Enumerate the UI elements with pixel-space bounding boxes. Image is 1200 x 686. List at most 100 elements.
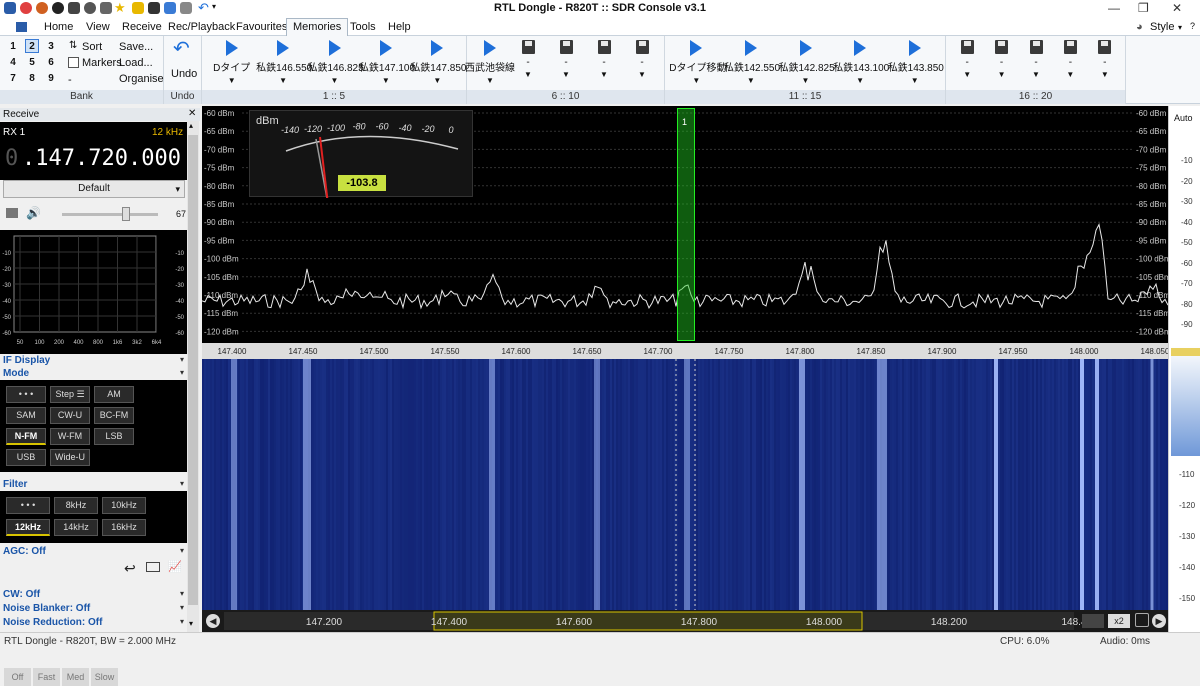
memory-slot-5[interactable]: 私鉄147.850 ▼ bbox=[410, 40, 466, 85]
mode-button-7[interactable]: W-FM bbox=[50, 428, 90, 445]
memory-slot-11[interactable]: Dタイプ移動 ▼ bbox=[669, 40, 727, 85]
scroll-down-icon[interactable]: ▾ bbox=[189, 619, 193, 628]
scrollbar-thumb[interactable] bbox=[188, 135, 198, 605]
panel-close-icon[interactable]: ✕ bbox=[188, 108, 196, 119]
memory-slot-1[interactable]: Dタイプ ▼ bbox=[205, 40, 259, 85]
menu-rec-playback[interactable]: Rec/Playback bbox=[168, 21, 235, 33]
bank-4[interactable]: 4 bbox=[6, 56, 20, 70]
minimize-icon[interactable]: — bbox=[1108, 1, 1120, 15]
maximize-icon[interactable]: ❐ bbox=[1138, 1, 1149, 15]
auto-button[interactable]: Auto bbox=[1174, 113, 1193, 123]
keyboard-icon[interactable] bbox=[1082, 614, 1104, 628]
bank-8[interactable]: 8 bbox=[25, 72, 39, 86]
chevron-down-icon[interactable]: ▼ bbox=[1078, 70, 1132, 79]
memory-slot-10[interactable]: - ▼ bbox=[615, 40, 669, 79]
noise-reduction-header[interactable]: Noise Reduction: Off ▾ bbox=[0, 617, 186, 629]
chevron-down-icon[interactable]: ▼ bbox=[359, 76, 413, 85]
chevron-down-icon[interactable]: ▼ bbox=[833, 76, 887, 85]
overview-visible-window[interactable] bbox=[433, 611, 863, 631]
bank-9[interactable]: 9 bbox=[44, 72, 58, 86]
volume-slider-thumb[interactable] bbox=[122, 207, 131, 221]
chevron-down-icon[interactable]: ▼ bbox=[724, 76, 778, 85]
menu-receive[interactable]: Receive bbox=[122, 21, 162, 33]
menu-home[interactable]: Home bbox=[44, 21, 73, 33]
mode-button-9[interactable]: USB bbox=[6, 449, 46, 466]
frequency-value[interactable]: .147.720.000 bbox=[22, 146, 181, 171]
memory-slot-13[interactable]: 私鉄142.825 ▼ bbox=[779, 40, 835, 85]
chevron-down-icon[interactable]: ▼ bbox=[669, 76, 723, 85]
zoom-button[interactable]: x2 bbox=[1108, 614, 1130, 628]
waterfall-level-handle[interactable] bbox=[1171, 348, 1200, 356]
chevron-down-icon[interactable]: ▼ bbox=[410, 76, 464, 85]
agc-header[interactable]: AGC: Off ▾ bbox=[0, 546, 186, 558]
undo-button[interactable]: Undo bbox=[171, 68, 197, 80]
filter-button-1[interactable]: 8kHz bbox=[54, 497, 98, 514]
style-dropdown-icon[interactable]: ▾ bbox=[1178, 23, 1182, 32]
filter-button-5[interactable]: 16kHz bbox=[102, 519, 146, 536]
chevron-down-icon[interactable]: ▼ bbox=[256, 76, 310, 85]
menu-favourites[interactable]: Favourites bbox=[236, 21, 287, 33]
bank-6[interactable]: 6 bbox=[44, 56, 58, 70]
mode-button-4[interactable]: CW-U bbox=[50, 407, 90, 424]
left-panel-scrollbar[interactable]: ▴ ▾ bbox=[187, 121, 199, 632]
markers-checkbox[interactable] bbox=[68, 57, 79, 68]
memory-slot-2[interactable]: 私鉄146.550 ▼ bbox=[256, 40, 312, 85]
signal-bars-icon[interactable] bbox=[6, 208, 18, 218]
agc-settings-icon[interactable] bbox=[146, 562, 160, 572]
load-button[interactable]: Load... bbox=[119, 57, 153, 69]
memory-slot-3[interactable]: 私鉄146.825 ▼ bbox=[308, 40, 364, 85]
menu-view[interactable]: View bbox=[86, 21, 110, 33]
chevron-down-icon[interactable]: ▼ bbox=[205, 76, 259, 85]
filter-button-3[interactable]: 12kHz bbox=[6, 519, 50, 536]
close-icon[interactable]: ✕ bbox=[1172, 1, 1182, 15]
save-button[interactable]: Save... bbox=[119, 41, 153, 53]
organise-button[interactable]: Organise bbox=[119, 73, 164, 85]
mode-button-2[interactable]: AM bbox=[94, 386, 134, 403]
overview-bar[interactable]: ◀ 147.200 147.400 147.600 147.800 148.000 148… bbox=[202, 610, 1168, 632]
reset-icon[interactable]: ↩ bbox=[124, 560, 136, 577]
filter-button-4[interactable]: 14kHz bbox=[54, 519, 98, 536]
undo-icon[interactable]: ↶ bbox=[173, 36, 190, 61]
speaker-icon[interactable]: 🔊 bbox=[26, 206, 41, 220]
memory-slot-14[interactable]: 私鉄143.100 ▼ bbox=[833, 40, 889, 85]
memory-slot-20[interactable]: - ▼ bbox=[1078, 40, 1132, 79]
bank-5[interactable]: 5 bbox=[25, 56, 39, 70]
waterfall-level-gradient[interactable] bbox=[1171, 346, 1200, 456]
sort-button[interactable]: Sort bbox=[82, 41, 102, 53]
noise-blanker-header[interactable]: Noise Blanker: Off ▾ bbox=[0, 603, 186, 615]
mode-button-0[interactable]: • • • bbox=[6, 386, 46, 403]
preset-dropdown[interactable]: Default ▾ bbox=[3, 180, 185, 198]
mode-button-1[interactable]: Step ☰ bbox=[50, 386, 90, 403]
bank-7[interactable]: 7 bbox=[6, 72, 20, 86]
frequency-scale[interactable]: 147.400 147.450 147.500 147.550 147.600 147.6… bbox=[202, 343, 1170, 359]
memory-slot-4[interactable]: 私鉄147.100 ▼ bbox=[359, 40, 415, 85]
mode-button-6[interactable]: N-FM bbox=[6, 428, 46, 445]
mode-button-3[interactable]: SAM bbox=[6, 407, 46, 424]
mode-button-10[interactable]: Wide-U bbox=[50, 449, 90, 466]
agc-button-off[interactable]: Off bbox=[4, 668, 31, 686]
file-menu-icon[interactable] bbox=[16, 22, 27, 32]
bank-3[interactable]: 3 bbox=[44, 40, 58, 54]
volume-slider[interactable] bbox=[62, 207, 158, 221]
bank-1[interactable]: 1 bbox=[6, 40, 20, 54]
style-menu[interactable]: Style bbox=[1150, 21, 1174, 33]
spectrum-display[interactable]: -60 dBm -60 dBm -65 dBm -65 dBm -70 dBm -70 d… bbox=[201, 106, 1171, 343]
help-icon[interactable]: ? bbox=[1190, 21, 1195, 31]
menu-tools[interactable]: Tools bbox=[350, 21, 376, 33]
mode-button-8[interactable]: LSB bbox=[94, 428, 134, 445]
menu-help[interactable]: Help bbox=[388, 21, 411, 33]
filter-button-2[interactable]: 10kHz bbox=[102, 497, 146, 514]
agc-graph-icon[interactable]: 📈 bbox=[168, 560, 182, 573]
zoom-stepper[interactable] bbox=[1135, 613, 1149, 627]
chevron-down-icon[interactable]: ▼ bbox=[888, 76, 942, 85]
memory-slot-15[interactable]: 私鉄143.850 ▼ bbox=[888, 40, 944, 85]
filter-header[interactable]: Filter ▾ bbox=[0, 479, 186, 491]
filter-button-0[interactable]: • • • bbox=[6, 497, 50, 514]
scroll-up-icon[interactable]: ▴ bbox=[189, 121, 193, 130]
scroll-right-icon[interactable]: ▶ bbox=[1152, 614, 1166, 628]
agc-button-slow[interactable]: Slow bbox=[91, 668, 118, 686]
menu-memories[interactable]: Memories bbox=[286, 18, 349, 36]
mode-button-5[interactable]: BC-FM bbox=[94, 407, 134, 424]
waterfall-display[interactable] bbox=[202, 359, 1168, 610]
mode-header[interactable]: Mode ▾ bbox=[0, 368, 186, 380]
